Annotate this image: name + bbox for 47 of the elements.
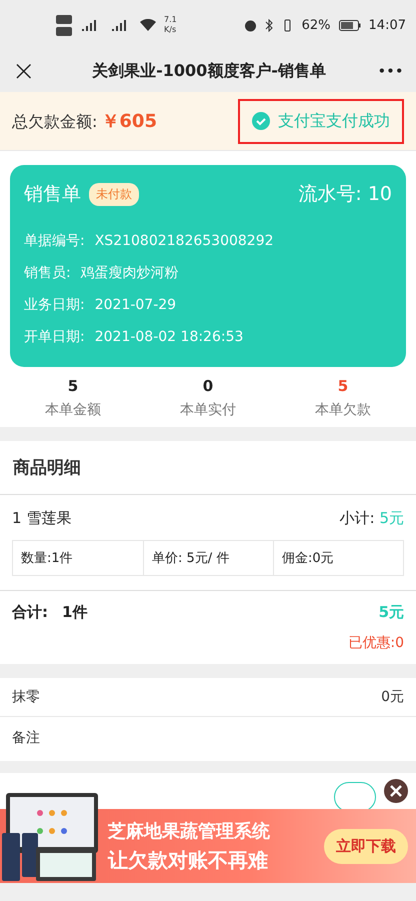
stat-value: 0 <box>202 377 214 395</box>
battery-percent: 62% <box>302 18 331 32</box>
battery-icon <box>338 20 361 30</box>
detail-cell: 单价: 5元/ 件 <box>143 541 273 575</box>
debt-label: 总欠款金额: ￥605 <box>12 110 157 133</box>
stat-label: 本单金额 <box>45 401 101 419</box>
serial-number: 流水号: 10 <box>298 182 392 207</box>
field-label: 业务日期: <box>24 296 85 315</box>
payment-status-text: 支付宝支付成功 <box>278 110 390 132</box>
total-label: 合计: <box>12 603 48 623</box>
close-icon[interactable] <box>384 779 408 803</box>
check-circle-icon <box>252 112 270 130</box>
discount: 已优惠:0 <box>348 634 404 652</box>
total-quantity: 1件 <box>62 603 88 623</box>
close-button[interactable]: × <box>12 57 40 85</box>
status-badge: 未付款 <box>89 182 139 206</box>
card-title: 销售单 <box>24 182 81 207</box>
field-label: 开单日期: <box>24 328 85 347</box>
ad-slogan: 让欠款对账不再难 <box>108 846 269 874</box>
section-heading: 商品明细 <box>0 441 416 495</box>
stat-value: 5 <box>68 377 78 395</box>
download-button[interactable]: 立即下载 <box>324 828 408 864</box>
stat-label: 本单欠款 <box>315 401 371 419</box>
subtotal: 小计: 5元 <box>340 509 404 528</box>
row-label: 抹零 <box>12 688 40 706</box>
clock: 14:07 <box>368 18 406 32</box>
field-value: 鸡蛋瘦肉炒河粉 <box>80 264 179 283</box>
detail-cell-text: 数量:1件 <box>20 550 74 568</box>
stat-value: 5 <box>338 377 348 395</box>
page-title: 关剑果业-1000额度客户-销售单 <box>90 60 327 82</box>
field-label: 销售员: <box>24 264 71 283</box>
bluetooth-icon <box>264 18 273 32</box>
speed-unit: K/s <box>164 25 177 35</box>
field-label: 单据编号: <box>24 232 85 251</box>
more-button[interactable]: ••• <box>378 64 404 78</box>
ad-headline: 芝麻地果蔬管理系统 <box>108 820 270 842</box>
field-value: XS210802182653008292 <box>94 232 274 251</box>
product-name: 1 雪莲果 <box>12 509 72 528</box>
row-label: 备注 <box>12 729 40 747</box>
stat-label: 本单实付 <box>180 401 236 419</box>
row-value: 0元 <box>381 688 404 706</box>
network-speed: 7.1 <box>164 15 177 25</box>
wifi-icon <box>140 19 156 31</box>
total-amount: 5元 <box>378 603 404 622</box>
field-value: 2021-08-02 18:26:53 <box>94 328 244 347</box>
field-value: 2021-07-29 <box>94 296 176 315</box>
detail-cell: 佣金:0元 <box>273 541 403 575</box>
